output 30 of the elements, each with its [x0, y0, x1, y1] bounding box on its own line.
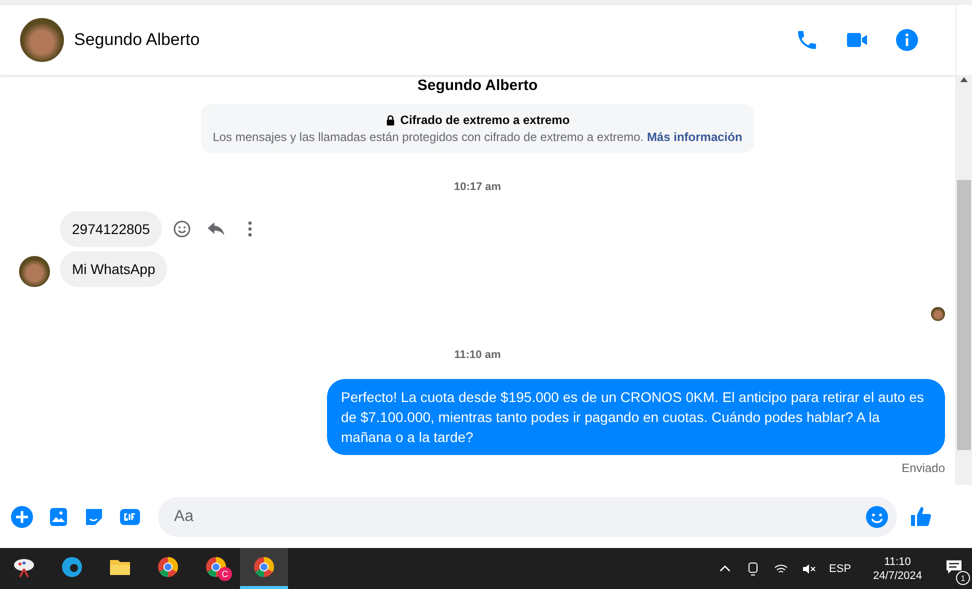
message-status: Enviado — [902, 461, 945, 475]
clock[interactable]: 11:10 24/7/2024 — [873, 556, 922, 582]
avatar[interactable] — [20, 18, 64, 62]
thumbs-up-icon[interactable] — [909, 504, 933, 528]
info-icon[interactable] — [895, 28, 919, 52]
timestamp: 10:17 am — [454, 181, 502, 193]
lock-icon — [385, 114, 396, 126]
add-icon[interactable] — [10, 504, 34, 528]
notification-count: 1 — [956, 571, 970, 585]
message-field[interactable]: Aa — [158, 496, 897, 536]
message-bubble[interactable]: 2974122805 — [60, 211, 162, 247]
scroll-up-icon[interactable] — [958, 75, 968, 85]
notice-text: Los mensajes y las llamadas están protegidos con cifrado de extremo a extremo. Más información — [212, 130, 742, 144]
taskbar-app[interactable]: C — [192, 548, 240, 589]
emoji-icon[interactable] — [865, 504, 889, 528]
message-bubble[interactable]: Perfecto! La cuota desde $195.000 es de un CRONOS 0KM. El anticipo para retirar el auto es de $7.100.000, mientras tanto podes ir pagando en cuotas. Cuándo podes hablar? A la mañana o a la tarde? — [327, 379, 945, 455]
taskbar-app[interactable] — [240, 548, 288, 589]
language-indicator[interactable]: ESP — [829, 562, 852, 574]
phone-icon[interactable] — [795, 28, 819, 52]
notice-title: Cifrado de extremo a extremo — [385, 113, 570, 127]
sender-avatar[interactable] — [19, 256, 50, 287]
message-input[interactable]: Aa — [172, 506, 865, 526]
timestamp: 11:10 am — [454, 349, 501, 361]
more-info-link[interactable]: Más información — [646, 130, 742, 144]
message-bubble[interactable]: Mi WhatsApp — [60, 251, 168, 287]
profile-badge: C — [218, 567, 232, 581]
contact-name[interactable]: Segundo Alberto — [74, 30, 785, 50]
smiley-icon[interactable] — [172, 219, 192, 239]
scrollbar-thumb[interactable] — [956, 180, 970, 450]
profile-name: Segundo Alberto — [417, 77, 538, 94]
